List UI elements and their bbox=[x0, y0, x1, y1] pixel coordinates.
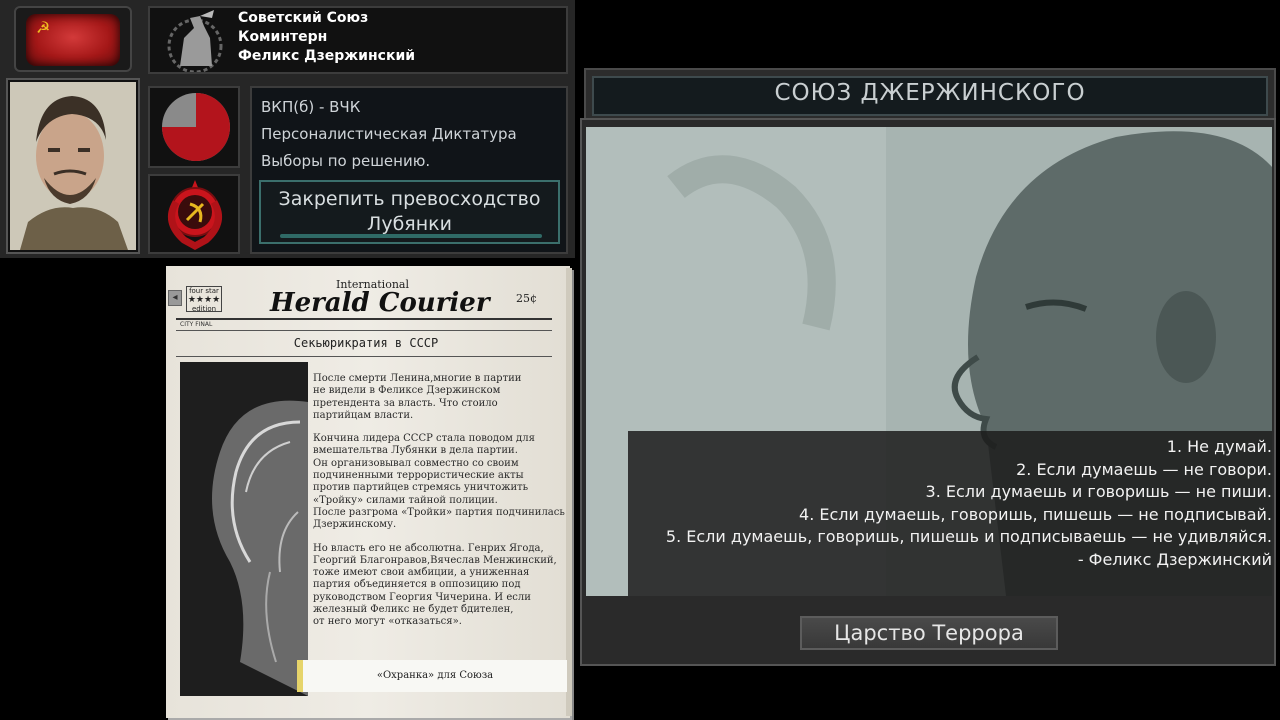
decision-progress-bar bbox=[280, 234, 542, 238]
newspaper-caption-button[interactable]: «Охранка» для Союза bbox=[297, 660, 567, 692]
article-paragraph: После смерти Ленина,многие в партии не в… bbox=[313, 373, 522, 421]
event-title: СОЮЗ ДЖЕРЖИНСКОГО bbox=[774, 80, 1086, 106]
newspaper-headline: Секьюрикратия в СССР bbox=[293, 336, 439, 350]
event-option-button[interactable]: Царство Террора bbox=[800, 616, 1058, 650]
leader-portrait[interactable] bbox=[10, 82, 136, 250]
soviet-emblem-icon[interactable] bbox=[154, 174, 236, 254]
country-leader: Феликс Дзержинский bbox=[238, 48, 416, 64]
newspaper-illustration bbox=[180, 362, 308, 696]
rule bbox=[176, 356, 552, 357]
quote-line: 2. Если думаешь — не говори. bbox=[1016, 459, 1272, 479]
rule bbox=[176, 330, 552, 331]
article-paragraph: Но власть его не абсолютна. Генрих Ягода… bbox=[313, 542, 557, 628]
masthead-rule bbox=[176, 318, 552, 320]
quote-line: 5. Если думаешь, говоришь, пишешь и подп… bbox=[665, 527, 1272, 547]
ruling-party: ВКП(б) - ВЧК bbox=[261, 98, 361, 116]
article-paragraph: Кончина лидера СССР стала поводом для вм… bbox=[313, 433, 565, 531]
statue-icon bbox=[160, 8, 230, 74]
regime-type: Персоналистическая Диктатура bbox=[261, 125, 517, 143]
newspaper-price: 25¢ bbox=[516, 292, 537, 305]
quote-line: 1. Не думай. bbox=[1166, 437, 1272, 456]
newspaper-article: После смерти Ленина,многие в партии не в… bbox=[313, 373, 569, 640]
election-rule: Выборы по решению. bbox=[261, 152, 431, 170]
country-name: Советский Союз bbox=[238, 10, 369, 26]
four-star-badge: four star ★★★★ edition bbox=[186, 286, 222, 313]
country-identity: Советский Союз Коминтерн Феликс Дзержинс… bbox=[238, 9, 415, 66]
quote-attribution: - Феликс Дзержинский bbox=[1077, 549, 1272, 569]
newspaper-masthead: Herald Courier bbox=[270, 288, 490, 318]
stars-glyphs: ★★★★ bbox=[187, 295, 221, 305]
country-ideology: Коминтерн bbox=[238, 29, 328, 45]
quote-line: 3. Если думаешь и говоришь — не пиши. bbox=[925, 482, 1272, 502]
back-arrow-icon[interactable]: ◂ bbox=[168, 290, 182, 306]
city-final: CITY FINAL bbox=[180, 321, 213, 328]
masthead-text: Herald Courier bbox=[270, 288, 490, 318]
stars-sub: edition bbox=[191, 305, 217, 313]
party-popularity-pie[interactable] bbox=[161, 92, 231, 162]
quote-line: 4. Если думаешь, говоришь, пишешь — не п… bbox=[799, 504, 1272, 524]
event-quote: 1. Не думай. 2. Если думаешь — не говори… bbox=[600, 436, 1272, 572]
hammer-sickle-icon: ☭ bbox=[36, 18, 51, 37]
stars-label: four star bbox=[189, 287, 219, 295]
